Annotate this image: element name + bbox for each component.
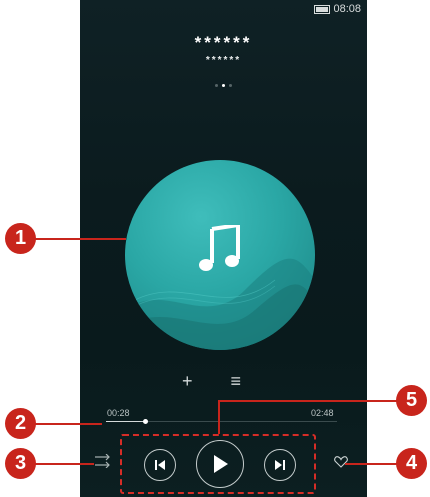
progress-knob[interactable] bbox=[143, 419, 149, 424]
progress-bar[interactable] bbox=[106, 419, 337, 424]
callout-3-badge: 3 bbox=[5, 448, 36, 479]
callout-2-badge: 2 bbox=[5, 408, 36, 439]
page-dot-active[interactable] bbox=[222, 84, 225, 87]
callout-2-leader bbox=[34, 423, 102, 425]
callout-1-leader bbox=[34, 238, 126, 240]
page-indicator bbox=[80, 84, 367, 87]
battery-icon bbox=[314, 4, 331, 14]
playback-controls-group bbox=[120, 434, 316, 494]
mid-controls: + ≡ bbox=[182, 372, 241, 390]
add-to-playlist-button[interactable]: + bbox=[182, 372, 193, 390]
callout-5-badge: 5 bbox=[396, 385, 427, 416]
artist-name: ****** bbox=[205, 55, 242, 66]
callout-5-leader bbox=[218, 400, 398, 402]
music-player-screen: 08:08 ****** ****** + ≡ 00:28 02:48 bbox=[80, 0, 367, 497]
music-note-icon bbox=[199, 225, 240, 271]
album-art bbox=[125, 160, 315, 350]
previous-button[interactable] bbox=[144, 449, 176, 481]
callout-3-leader bbox=[34, 463, 94, 465]
progress-fill bbox=[106, 421, 146, 422]
playlist-button[interactable]: ≡ bbox=[231, 372, 242, 390]
status-time: 08:08 bbox=[333, 3, 361, 15]
total-time: 02:48 bbox=[311, 408, 334, 418]
previous-icon bbox=[155, 460, 165, 470]
page-dot[interactable] bbox=[229, 84, 232, 87]
next-button[interactable] bbox=[264, 449, 296, 481]
callout-4-badge: 4 bbox=[396, 448, 427, 479]
next-icon bbox=[275, 460, 285, 470]
playback-bar bbox=[80, 430, 367, 497]
song-title: ****** bbox=[194, 33, 253, 52]
play-icon bbox=[214, 455, 228, 473]
callout-5-leader-vertical bbox=[218, 400, 220, 434]
page-dot[interactable] bbox=[215, 84, 218, 87]
status-bar: 08:08 bbox=[314, 3, 361, 15]
elapsed-time: 00:28 bbox=[107, 408, 130, 418]
callout-4-leader bbox=[345, 463, 397, 465]
shuffle-icon[interactable] bbox=[94, 454, 112, 468]
play-button[interactable] bbox=[196, 440, 244, 488]
heart-icon[interactable] bbox=[334, 456, 348, 468]
callout-1-badge: 1 bbox=[5, 223, 36, 254]
